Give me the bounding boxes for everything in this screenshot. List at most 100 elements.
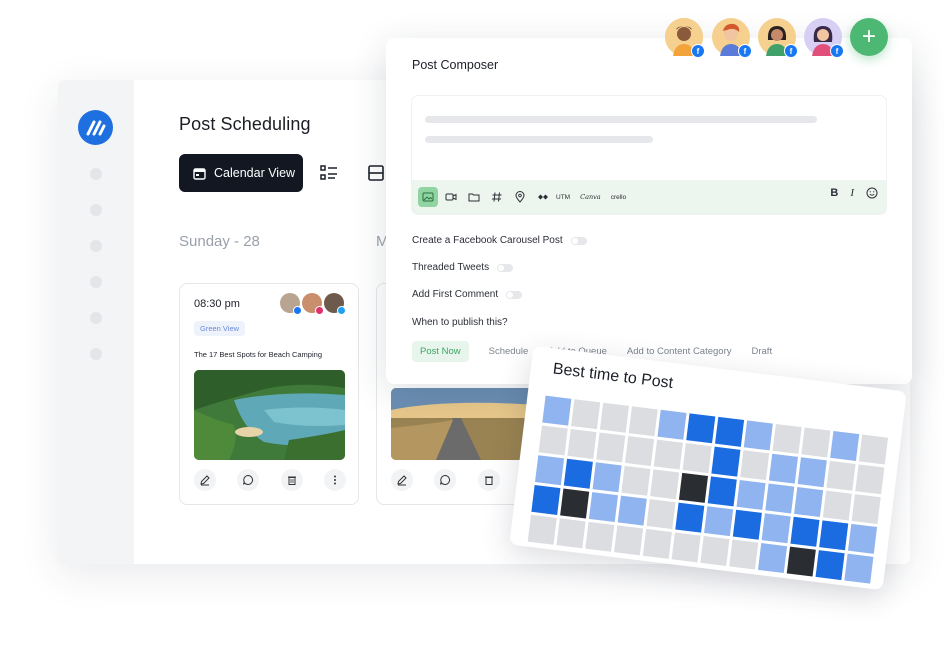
calendar-view-button[interactable]: Calendar View [179, 154, 303, 192]
heatmap-cell [650, 469, 680, 500]
tab-post-now[interactable]: Post Now [412, 341, 469, 362]
heatmap-cell [527, 514, 557, 545]
location-icon[interactable] [510, 187, 530, 207]
heatmap-cell [786, 546, 816, 577]
edit-button[interactable] [391, 469, 413, 491]
heatmap-cell [675, 502, 705, 533]
canva-button[interactable]: Canva [580, 193, 601, 201]
account-avatar-1[interactable]: f [665, 18, 705, 58]
option-label: Add First Comment [412, 289, 499, 300]
heatmap-cell [768, 453, 799, 484]
logo-icon [86, 120, 105, 135]
account-avatar [280, 293, 302, 315]
account-avatar-4[interactable]: f [804, 18, 844, 58]
app-logo[interactable] [78, 110, 113, 145]
heatmap-cell [797, 457, 827, 488]
heatmap-cell [614, 525, 644, 556]
heatmap-cell [822, 490, 852, 521]
heatmap-cell [700, 535, 730, 566]
option-label: Create a Facebook Carousel Post [412, 235, 563, 246]
video-icon[interactable] [441, 187, 461, 207]
post-card[interactable]: 08:30 pm Green View The 17 Best Spots fo… [179, 283, 359, 505]
instagram-badge-icon [315, 306, 324, 315]
post-time: 08:30 pm [194, 298, 240, 310]
heatmap-cell [563, 458, 593, 489]
heatmap-cell [815, 550, 845, 581]
heatmap-cell [567, 428, 597, 459]
utm-button[interactable]: UTM [556, 194, 570, 201]
sidebar-item-6[interactable] [90, 348, 102, 360]
composer-title: Post Composer [412, 58, 499, 72]
heatmap-cell [585, 521, 615, 552]
heatmap-cell [599, 402, 629, 433]
first-comment-toggle[interactable] [506, 290, 523, 299]
carousel-option: Create a Facebook Carousel Post [412, 235, 587, 246]
edit-button[interactable] [194, 469, 216, 491]
heatmap-cell [819, 520, 849, 551]
bold-button[interactable]: B [830, 187, 838, 199]
list-view-icon[interactable] [319, 163, 339, 183]
heatmap-cell [729, 539, 759, 570]
heatmap-cell [542, 395, 572, 426]
comment-button[interactable] [434, 469, 457, 491]
post-composer-panel: Post Composer UTM Canva crello B I Creat… [386, 38, 912, 384]
plus-icon: + [861, 23, 876, 50]
heatmap-cell [596, 432, 626, 463]
tab-add-to-content-category[interactable]: Add to Content Category [627, 346, 732, 357]
comment-icon [440, 474, 451, 485]
sidebar-item-2[interactable] [90, 204, 102, 216]
option-label: Threaded Tweets [412, 262, 490, 273]
facebook-badge-icon: f [738, 44, 752, 58]
hashtag-icon[interactable] [487, 187, 507, 207]
account-avatar-2[interactable]: f [712, 18, 752, 58]
trash-icon [484, 476, 493, 485]
account-avatar-3[interactable]: f [758, 18, 798, 58]
heatmap-cell [794, 487, 824, 517]
sidebar [58, 80, 134, 564]
link-shortener-icon[interactable] [533, 187, 553, 207]
heatmap-cell [844, 553, 874, 584]
heatmap-cell [621, 465, 651, 496]
calendar-view-label: Calendar View [214, 166, 296, 180]
heatmap-cell [704, 506, 734, 537]
format-controls: B I [830, 187, 878, 199]
heatmap-cell [556, 518, 586, 549]
sidebar-item-5[interactable] [90, 312, 102, 324]
grid-view-icon[interactable] [366, 163, 386, 183]
image-icon[interactable] [418, 187, 438, 207]
threaded-tweets-toggle[interactable] [497, 263, 514, 272]
comment-icon [243, 474, 254, 485]
heatmap-cell [765, 483, 795, 514]
heatmap-cell [642, 528, 672, 559]
account-avatar [302, 293, 324, 315]
stage: Post Scheduling Calendar View Sunday - 2… [0, 0, 952, 654]
post-editor[interactable]: UTM Canva crello B I [412, 96, 886, 214]
heatmap-cell [588, 492, 619, 523]
heatmap-cell [801, 427, 831, 458]
twitter-badge-icon [337, 306, 346, 315]
post-actions [194, 469, 346, 491]
comment-button[interactable] [237, 469, 260, 491]
sidebar-item-1[interactable] [90, 168, 102, 180]
heatmap-cell [772, 423, 802, 454]
best-time-title: Best time to Post [551, 360, 674, 393]
crello-button[interactable]: crello [611, 194, 627, 201]
delete-button[interactable] [477, 469, 500, 491]
sidebar-item-3[interactable] [90, 240, 102, 252]
tab-schedule[interactable]: Schedule [489, 346, 529, 357]
emoji-icon[interactable] [866, 187, 878, 199]
italic-button[interactable]: I [850, 187, 854, 199]
delete-button[interactable] [280, 469, 303, 491]
more-button[interactable] [323, 469, 346, 491]
tab-draft[interactable]: Draft [752, 346, 773, 357]
day-label-sunday: Sunday - 28 [179, 233, 260, 250]
heatmap-cell [625, 436, 655, 467]
sidebar-item-4[interactable] [90, 276, 102, 288]
add-account-button[interactable]: + [850, 18, 888, 56]
heatmap-cell [617, 495, 647, 526]
folder-icon[interactable] [464, 187, 484, 207]
heatmap-cell [560, 488, 590, 519]
heatmap-cell [628, 406, 658, 437]
carousel-toggle[interactable] [570, 236, 587, 245]
heatmap-cell [538, 425, 568, 456]
